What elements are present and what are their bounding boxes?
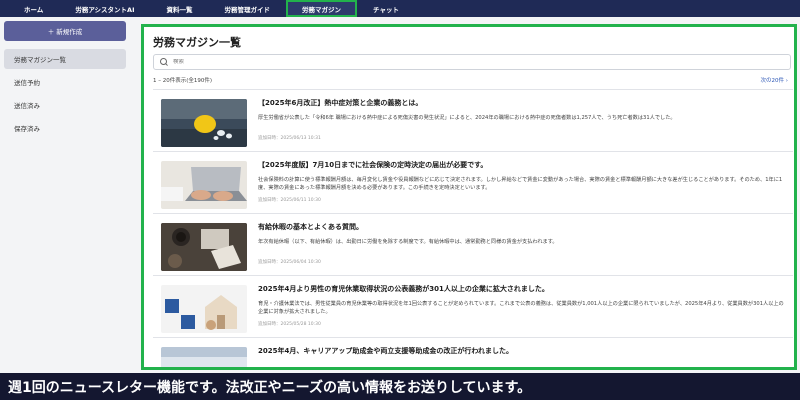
article-title: 有給休暇の基本とよくある質問。 [258, 223, 363, 231]
sidebar-item-scheduled[interactable]: 送信予約 [4, 72, 126, 92]
article-description: 厚生労働省が公表した「令和6年 職場における熱中症による死傷災害の発生状況」によ… [258, 115, 676, 121]
list-item[interactable]: 【2025年6月改正】熱中症対策と企業の義務とは。 厚生労働省が公表した「令和6… [153, 90, 793, 152]
page-title: 労務マガジン一覧 [153, 36, 241, 49]
new-create-button[interactable]: ＋ 新規作成 [4, 21, 126, 41]
article-title: 2025年4月、キャリアアップ助成金や両立支援等助成金の改正が行われました。 [258, 347, 514, 355]
article-thumbnail-childcare [161, 285, 247, 333]
article-date: 追加日時：2025/06/13 10:31 [258, 136, 321, 141]
nav-documents[interactable]: 資料一覧 [151, 0, 209, 17]
search-input[interactable] [173, 59, 733, 65]
article-title: 2025年4月より男性の育児休業取得状況の公表義務が301人以上の企業に拡大され… [258, 285, 549, 293]
search-icon [160, 58, 168, 66]
list-item[interactable]: 有給休暇の基本とよくある質問。 年次有給休暇（以下、有給休暇）は、出勤日に労働を… [153, 214, 793, 276]
sidebar: ＋ 新規作成 労務マガジン一覧 送信予約 送信済み 保存済み [0, 17, 130, 400]
top-navigation: ホーム 労務アシスタントAI 資料一覧 労務管理ガイド 労務マガジン チャット [0, 0, 800, 17]
article-thumbnail-laptop [161, 161, 247, 209]
promo-caption: 週1回のニュースレター機能です。法改正やニーズの高い情報をお送りしています。 [0, 373, 800, 400]
article-thumbnail-subsidy [161, 347, 247, 367]
article-date: 追加日時：2025/06/04 10:30 [258, 260, 321, 265]
article-thumbnail-desk [161, 223, 247, 271]
article-description: 社会保険料の計算に使う標準報酬月額は、毎月変化し賃金や役員報酬などに応じて決定さ… [258, 177, 783, 191]
list-item[interactable]: 【2025年度版】7月10日までに社会保険の定時決定の届出が必要です。 社会保険… [153, 152, 793, 214]
nav-home[interactable]: ホーム [8, 0, 59, 17]
article-list: 【2025年6月改正】熱中症対策と企業の義務とは。 厚生労働省が公表した「令和6… [153, 89, 793, 367]
sidebar-item-sent[interactable]: 送信済み [4, 95, 126, 115]
sidebar-item-saved[interactable]: 保存済み [4, 118, 126, 138]
nav-guide[interactable]: 労務管理ガイド [209, 0, 287, 17]
article-date: 追加日時：2025/05/28 10:30 [258, 322, 321, 327]
article-thumbnail-lemon [161, 99, 247, 147]
magazine-panel: 労務マガジン一覧 1 – 20件表示(全190件) 次の20件 › 【2025年… [141, 24, 797, 370]
nav-chat[interactable]: チャット [357, 0, 415, 17]
article-title: 【2025年度版】7月10日までに社会保険の定時決定の届出が必要です。 [258, 161, 488, 169]
next-page-link[interactable]: 次の20件 › [761, 76, 788, 84]
list-item[interactable]: 2025年4月より男性の育児休業取得状況の公表義務が301人以上の企業に拡大され… [153, 276, 793, 338]
nav-magazine[interactable]: 労務マガジン [286, 0, 358, 17]
article-description: 育児・介護休業法では、男性従業員の育児休業等の取得状況を年1回公表することが定め… [258, 301, 784, 315]
result-count: 1 – 20件表示(全190件) [153, 78, 213, 84]
list-item[interactable]: 2025年4月、キャリアアップ助成金や両立支援等助成金の改正が行われました。 [153, 338, 793, 367]
nav-assistant-ai[interactable]: 労務アシスタントAI [59, 0, 150, 17]
article-title: 【2025年6月改正】熱中症対策と企業の義務とは。 [258, 99, 423, 107]
search-box [153, 54, 791, 70]
article-date: 追加日時：2025/06/11 10:30 [258, 198, 321, 203]
article-description: 年次有給休暇（以下、有給休暇）は、出勤日に労働を免除する制度です。有給休暇中は、… [258, 239, 558, 245]
sidebar-item-magazine-list[interactable]: 労務マガジン一覧 [4, 49, 126, 69]
